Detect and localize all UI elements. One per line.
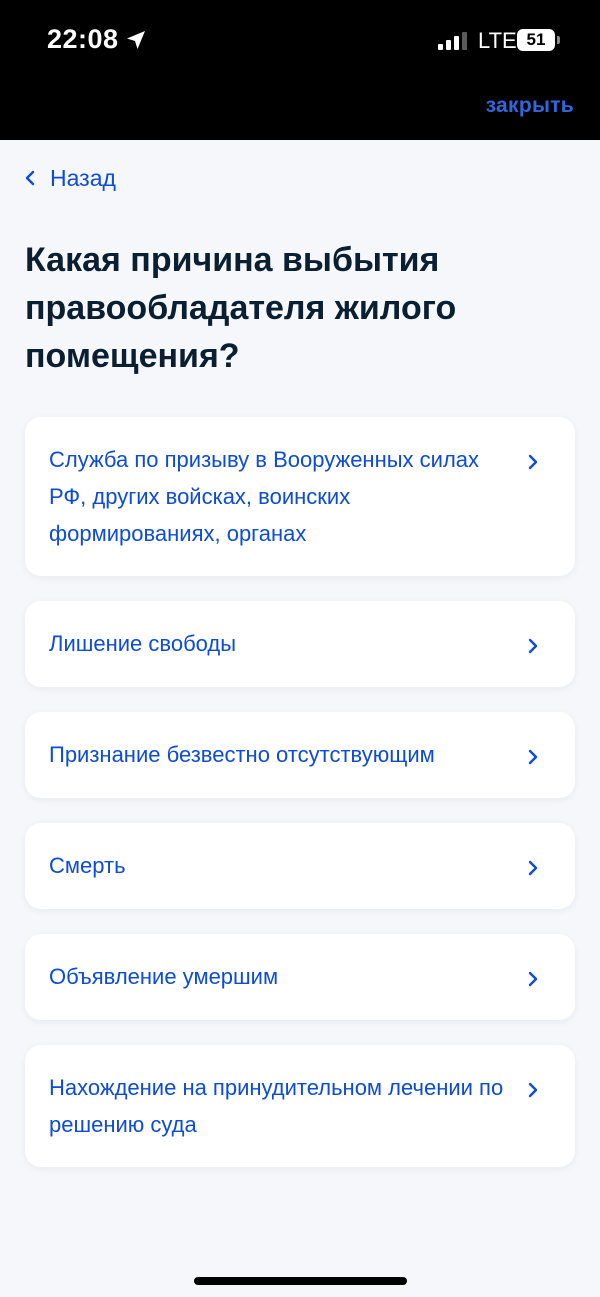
options-list: Служба по призыву в Вооруженных силах РФ…: [25, 417, 575, 1192]
back-button[interactable]: Назад: [24, 162, 116, 194]
option-declared-dead[interactable]: Объявление умершим: [25, 934, 575, 1020]
close-button[interactable]: закрыть: [486, 94, 574, 118]
option-label: Смерть: [49, 853, 126, 878]
chevron-right-icon: [528, 454, 538, 470]
option-label: Объявление умершим: [49, 964, 279, 989]
option-label: Признание безвестно отсутствующим: [49, 742, 435, 767]
status-time: 22:08: [47, 24, 119, 54]
option-label: Лишение свободы: [49, 631, 237, 656]
option-compulsory-treatment[interactable]: Нахождение на принудительном лечении по …: [25, 1045, 575, 1167]
option-missing-person[interactable]: Признание безвестно отсутствующим: [25, 712, 575, 798]
battery-level: 51: [517, 29, 555, 51]
top-bar: 22:08 LTE 51 закрыть: [0, 0, 600, 140]
chevron-right-icon: [528, 860, 538, 876]
option-label: Нахождение на принудительном лечении по …: [49, 1075, 504, 1137]
home-indicator[interactable]: [194, 1277, 407, 1285]
chevron-right-icon: [528, 749, 538, 765]
back-label: Назад: [50, 164, 116, 191]
battery-icon: 51: [517, 29, 560, 51]
chevron-right-icon: [528, 638, 538, 654]
chevron-right-icon: [528, 1082, 538, 1098]
location-arrow-icon: [127, 31, 145, 49]
chevron-right-icon: [528, 971, 538, 987]
chevron-left-icon: [25, 170, 35, 186]
option-imprisonment[interactable]: Лишение свободы: [25, 601, 575, 687]
status-bar: 22:08 LTE 51: [0, 0, 600, 80]
battery-nub: [557, 36, 560, 44]
option-military-service[interactable]: Служба по призыву в Вооруженных силах РФ…: [25, 417, 575, 576]
network-type: LTE: [478, 28, 517, 53]
option-death[interactable]: Смерть: [25, 823, 575, 909]
page-title: Какая причина выбытия правообладателя жи…: [25, 241, 457, 375]
option-label: Служба по призыву в Вооруженных силах РФ…: [49, 447, 480, 546]
signal-icon: [438, 32, 467, 50]
